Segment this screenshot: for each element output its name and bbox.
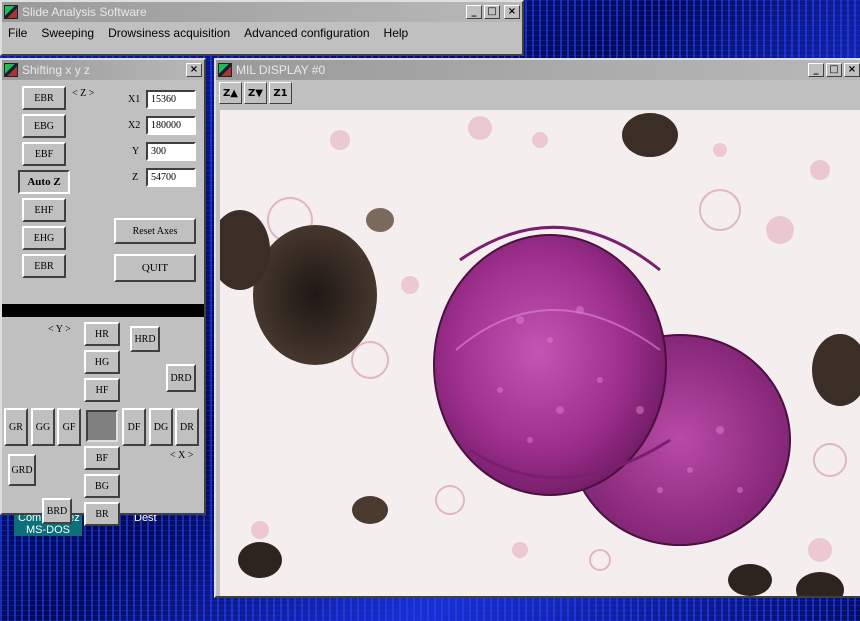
mil-toolbar: Z▲ Z▼ Z1: [216, 80, 860, 106]
auto-z-button[interactable]: Auto Z: [18, 170, 70, 194]
brd-button[interactable]: BRD: [42, 498, 72, 524]
z-field[interactable]: 54700: [146, 168, 196, 187]
minimize-icon[interactable]: _: [466, 5, 482, 19]
z-ebf-button[interactable]: EBF: [22, 142, 66, 166]
zoom-in-icon[interactable]: Z▲: [219, 82, 242, 104]
maximize-icon[interactable]: □: [826, 63, 842, 77]
y-label: Y: [132, 146, 140, 157]
x2-field[interactable]: 180000: [146, 116, 196, 135]
z-ebg-button[interactable]: EBG: [22, 114, 66, 138]
microscope-image[interactable]: [220, 110, 860, 596]
z-ehr-button[interactable]: EBR: [22, 254, 66, 278]
menu-bar: File Sweeping Drowsiness acquisition Adv…: [2, 22, 522, 44]
menu-sweeping[interactable]: Sweeping: [35, 26, 102, 40]
microscope-image-svg: [220, 110, 860, 596]
zoom-out-icon[interactable]: Z▼: [244, 82, 267, 104]
hf-button[interactable]: HF: [84, 378, 120, 402]
br-button[interactable]: BR: [84, 502, 120, 526]
maximize-icon[interactable]: □: [484, 5, 500, 19]
dr-button[interactable]: DR: [175, 408, 199, 446]
reset-axes-button[interactable]: Reset Axes: [114, 218, 196, 244]
minimize-icon[interactable]: _: [808, 63, 824, 77]
mil-app-icon: [218, 63, 232, 77]
bg-button[interactable]: BG: [84, 474, 120, 498]
hr-button[interactable]: HR: [84, 322, 120, 346]
z-label: Z: [132, 172, 139, 183]
x1-label: X1: [128, 94, 141, 105]
close-icon[interactable]: ×: [844, 63, 860, 77]
shifting-app-icon: [4, 63, 18, 77]
hrd-button[interactable]: HRD: [130, 326, 160, 352]
df-button[interactable]: DF: [122, 408, 146, 446]
x2-label: X2: [128, 120, 141, 131]
z-ehg-button[interactable]: EHG: [22, 226, 66, 250]
menu-file[interactable]: File: [2, 26, 35, 40]
dg-button[interactable]: DG: [149, 408, 173, 446]
shifting-panel: < Z > EBR EBG EBF Auto Z EHF EHG EBR X1 …: [2, 80, 204, 526]
drd-button-right[interactable]: DRD: [166, 364, 196, 392]
menu-acquisition[interactable]: Drowsiness acquisition: [102, 26, 238, 40]
gg-button[interactable]: GG: [31, 408, 55, 446]
grd-button[interactable]: GRD: [8, 454, 36, 486]
y-axis-label: < Y >: [48, 324, 71, 335]
y-field[interactable]: 300: [146, 142, 196, 161]
main-titlebar[interactable]: Slide Analysis Software _ □ ×: [2, 2, 522, 22]
quit-button[interactable]: QUIT: [114, 254, 196, 282]
close-icon[interactable]: ×: [186, 63, 202, 77]
app-icon: [4, 5, 18, 19]
bf-button[interactable]: BF: [84, 446, 120, 470]
gr-button[interactable]: GR: [4, 408, 28, 446]
z-ehf-button[interactable]: EHF: [22, 198, 66, 222]
main-window-title: Slide Analysis Software: [22, 5, 147, 19]
gf-button[interactable]: GF: [57, 408, 81, 446]
mil-display-window: MIL DISPLAY #0 _ □ × Z▲ Z▼ Z1: [214, 58, 860, 598]
x-axis-label: < X >: [170, 450, 194, 461]
z-axis-label: < Z >: [72, 88, 95, 99]
menu-help[interactable]: Help: [378, 26, 417, 40]
shifting-titlebar[interactable]: Shifting x y z ×: [2, 60, 204, 80]
panel-separator: [2, 304, 204, 317]
mil-window-title: MIL DISPLAY #0: [236, 63, 326, 77]
shifting-window-title: Shifting x y z: [22, 63, 91, 77]
hg-button[interactable]: HG: [84, 350, 120, 374]
xy-center-pad: [86, 410, 118, 442]
shifting-window: Shifting x y z × < Z > EBR EBG EBF Auto …: [0, 58, 206, 526]
close-icon[interactable]: ×: [504, 5, 520, 19]
z-ebr-button[interactable]: EBR: [22, 86, 66, 110]
menu-advanced-configuration[interactable]: Advanced configuration: [238, 26, 377, 40]
mil-titlebar[interactable]: MIL DISPLAY #0 _ □ ×: [216, 60, 860, 80]
x1-field[interactable]: 15360: [146, 90, 196, 109]
zoom-reset-icon[interactable]: Z1: [269, 82, 292, 104]
main-window: Slide Analysis Software _ □ × File Sweep…: [0, 0, 524, 56]
